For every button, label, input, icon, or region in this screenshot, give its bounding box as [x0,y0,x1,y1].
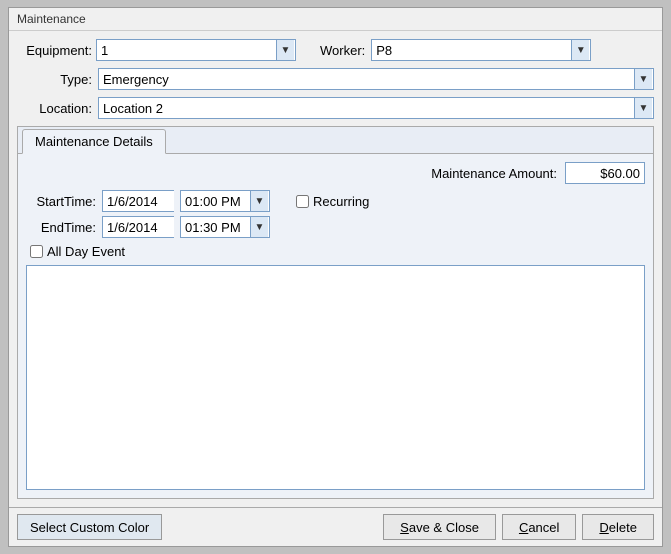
worker-section: Worker: P8 P1 ▼ [320,39,591,61]
all-day-checkbox[interactable] [30,245,43,258]
start-time-select-wrapper: 01:00 PM 02:00 PM ▼ [180,190,270,212]
delete-button[interactable]: Delete [582,514,654,540]
dialog-footer: Select Custom Color Save & Close Cancel … [9,507,662,546]
maintenance-amount-label: Maintenance Amount: [431,166,557,181]
type-select[interactable]: Emergency Routine Preventive [98,68,654,90]
equipment-select-wrapper: 1 2 ▼ [96,39,296,61]
type-label: Type: [17,72,92,87]
maintenance-amount-row: Maintenance Amount: [26,162,645,184]
tab-section: Maintenance Details Maintenance Amount: … [17,126,654,499]
recurring-checkbox[interactable] [296,195,309,208]
end-time-select-wrapper: 01:30 PM 02:30 PM ▼ [180,216,270,238]
type-select-wrapper: Emergency Routine Preventive ▼ [98,68,654,90]
end-time-row: EndTime: 01:30 PM 02:30 PM ▼ [26,216,645,238]
recurring-section: Recurring [296,194,369,209]
equipment-label: Equipment: [17,43,92,58]
end-time-select[interactable]: 01:30 PM 02:30 PM [180,216,270,238]
worker-label: Worker: [320,43,365,58]
save-close-label: Save & Close [400,520,479,535]
all-day-label: All Day Event [47,244,125,259]
start-time-select[interactable]: 01:00 PM 02:00 PM [180,190,270,212]
tab-content: Maintenance Amount: StartTime: 01:00 PM … [18,154,653,498]
notes-textarea-area [26,265,645,490]
location-label: Location: [17,101,92,116]
tab-maintenance-details[interactable]: Maintenance Details [22,129,166,154]
worker-select[interactable]: P8 P1 [371,39,591,61]
cancel-button[interactable]: Cancel [502,514,576,540]
start-time-row: StartTime: 01:00 PM 02:00 PM ▼ Recurring [26,190,645,212]
location-row: Location: Location 2 Location 1 ▼ [17,97,654,119]
worker-select-wrapper: P8 P1 ▼ [371,39,591,61]
end-time-label: EndTime: [26,220,96,235]
cancel-label: Cancel [519,520,559,535]
end-date-input[interactable] [102,216,174,238]
delete-label: Delete [599,520,637,535]
location-select-wrapper: Location 2 Location 1 ▼ [98,97,654,119]
location-select[interactable]: Location 2 Location 1 [98,97,654,119]
start-date-input[interactable] [102,190,174,212]
save-close-button[interactable]: Save & Close [383,514,496,540]
start-time-label: StartTime: [26,194,96,209]
equipment-worker-row: Equipment: 1 2 ▼ Worker: P8 P1 ▼ [17,39,654,61]
all-day-row: All Day Event [30,244,645,259]
type-row: Type: Emergency Routine Preventive ▼ [17,68,654,90]
maintenance-dialog: Maintenance Equipment: 1 2 ▼ Worker: P8 … [8,7,663,547]
dialog-body: Equipment: 1 2 ▼ Worker: P8 P1 ▼ [9,31,662,507]
dialog-title: Maintenance [9,8,662,31]
equipment-select[interactable]: 1 2 [96,39,296,61]
recurring-label: Recurring [313,194,369,209]
select-custom-color-button[interactable]: Select Custom Color [17,514,162,540]
notes-textarea[interactable] [27,266,644,489]
maintenance-amount-input[interactable] [565,162,645,184]
tab-header: Maintenance Details [18,127,653,154]
